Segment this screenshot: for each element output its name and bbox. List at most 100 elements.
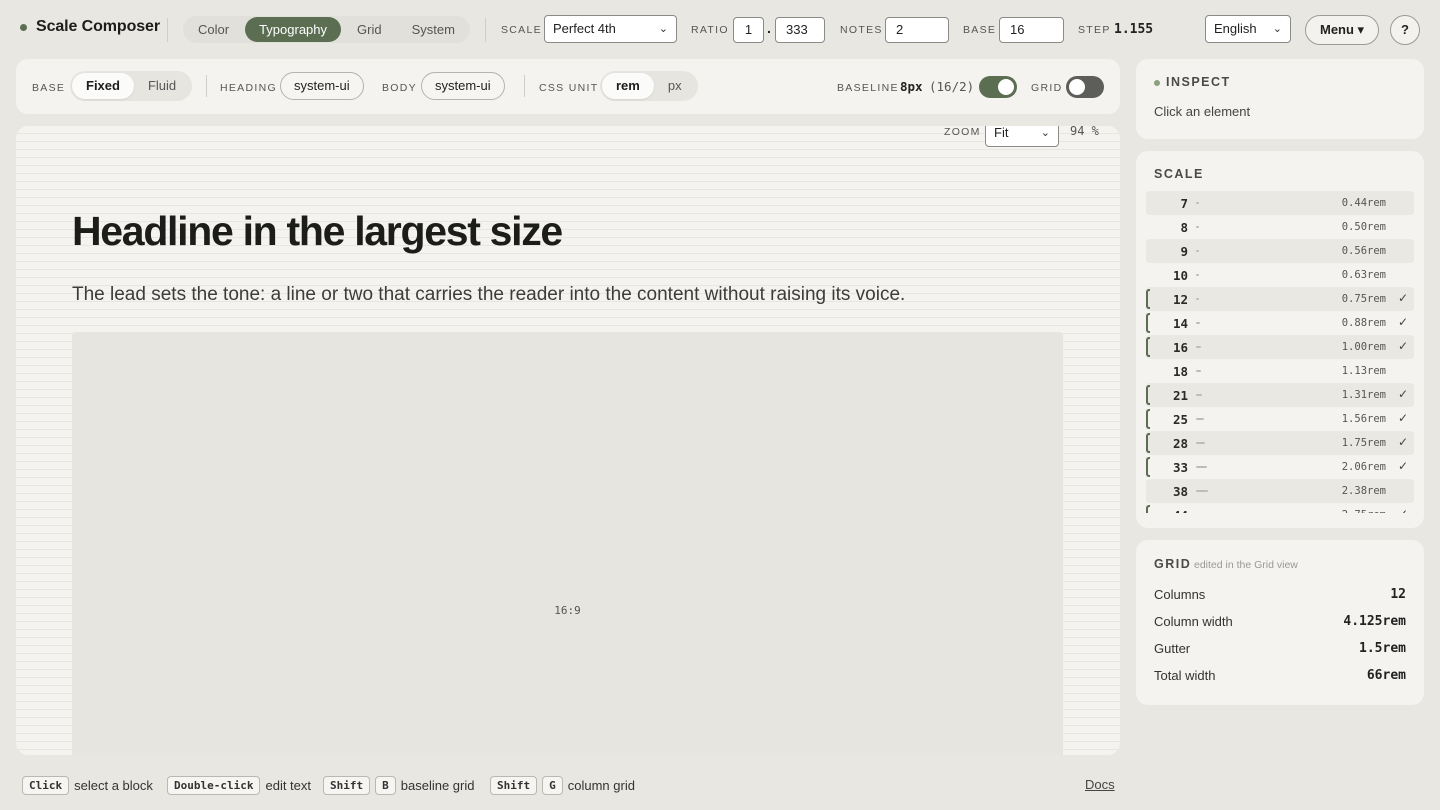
aspect-ratio-label: 16:9 [554, 604, 581, 617]
check-icon: ✓ [1398, 291, 1409, 305]
status-dot-icon [1154, 80, 1160, 86]
scale-label: SCALE [501, 24, 542, 36]
scale-rem: 1.00rem [1341, 341, 1386, 353]
scale-px: 7 [1180, 196, 1188, 211]
grid-row-value: 12 [1390, 587, 1406, 602]
scale-row[interactable]: 33 2.06rem ✓ [1146, 455, 1414, 479]
scale-px: 33 [1172, 460, 1188, 475]
scale-list[interactable]: 7 0.44rem 8 0.50rem 9 0.56rem 10 0.63rem 12 0.75r… [1146, 191, 1414, 513]
scale-rem: 0.75rem [1341, 293, 1386, 305]
media-placeholder[interactable]: 16:9 [72, 332, 1063, 755]
css-unit-px[interactable]: px [654, 73, 696, 99]
scale-row[interactable]: 14 0.88rem ✓ [1146, 311, 1414, 335]
shortcut-hint: Double-click edit text [167, 775, 311, 795]
size-marker [1196, 202, 1199, 204]
grid-row: Column width 4.125rem [1154, 614, 1406, 629]
brand: Scale Composer [20, 18, 160, 36]
ratio-whole-input[interactable]: 1 [733, 17, 764, 43]
notes-input[interactable]: 2 [885, 17, 949, 43]
baseline-label: BASELINE [837, 82, 899, 94]
base-mode-label: BASE [32, 82, 66, 94]
lead-block[interactable]: The lead sets the tone: a line or two th… [72, 284, 905, 306]
scale-panel: SCALE 7 0.44rem 8 0.50rem 9 0.56rem 10 0.63rem 1… [1136, 151, 1424, 528]
scale-rem: 2.75rem [1336, 509, 1386, 513]
tab-system[interactable]: System [398, 17, 469, 42]
toggle-knob [1069, 79, 1085, 95]
scale-row[interactable]: 7 0.44rem [1146, 191, 1414, 215]
grid-row: Columns 12 [1154, 587, 1406, 602]
scale-rem: 0.50rem [1341, 221, 1386, 233]
heading-font-button[interactable]: system-ui [280, 72, 364, 100]
scale-rem: 1.31rem [1341, 389, 1386, 401]
css-unit-rem[interactable]: rem [602, 73, 654, 99]
grid-row: Total width 66rem [1154, 668, 1406, 683]
divider [206, 75, 207, 97]
scale-px: 21 [1172, 388, 1188, 403]
check-icon: ✓ [1398, 459, 1409, 473]
scale-px: 12 [1172, 292, 1188, 307]
size-marker [1196, 298, 1199, 300]
step-value: 1.155 [1114, 22, 1154, 37]
scale-row[interactable]: 18 1.13rem [1146, 359, 1414, 383]
help-button[interactable]: ? [1390, 15, 1420, 45]
baseline-toggle[interactable] [979, 76, 1017, 98]
key-shift: Shift [323, 775, 371, 795]
scale-row[interactable]: 25 1.56rem ✓ [1146, 407, 1414, 431]
zoom-select[interactable]: Fit ⌄ [985, 126, 1059, 147]
scale-row[interactable]: 16 1.00rem ✓ [1146, 335, 1414, 359]
grid-toggle-label: GRID [1031, 82, 1063, 94]
tab-color[interactable]: Color [184, 17, 243, 42]
grid-row-label: Column width [1154, 614, 1233, 629]
base-label: BASE [963, 24, 997, 36]
css-unit-toggle: rem px [600, 71, 698, 101]
preview-canvas: ZOOM Fit ⌄ 94 % Headline in the largest … [16, 126, 1120, 755]
scale-row[interactable]: 8 0.50rem [1146, 215, 1414, 239]
used-indicator [1146, 313, 1150, 333]
size-marker [1196, 250, 1199, 252]
key-shift: Shift [490, 775, 538, 795]
base-mode-fixed[interactable]: Fixed [72, 73, 134, 99]
scale-row[interactable]: 21 1.31rem ✓ [1146, 383, 1414, 407]
shortcut-text: baseline grid [400, 777, 475, 793]
grid-row-value: 66rem [1366, 668, 1406, 683]
scale-row[interactable]: 44 2.75rem ✓ [1146, 503, 1414, 513]
css-unit-label: CSS UNIT [539, 82, 599, 94]
baseline-value: 8px [900, 79, 923, 94]
scale-row[interactable]: 28 1.75rem ✓ [1146, 431, 1414, 455]
scale-rem: 0.44rem [1341, 197, 1386, 209]
check-icon: ✓ [1398, 411, 1409, 425]
scale-row[interactable]: 10 0.63rem [1146, 263, 1414, 287]
headline-block[interactable]: Headline in the largest size [72, 208, 563, 255]
scale-row[interactable]: 12 0.75rem ✓ [1146, 287, 1414, 311]
tab-typography[interactable]: Typography [245, 17, 342, 42]
check-icon: ✓ [1398, 435, 1409, 449]
grid-toggle[interactable] [1066, 76, 1104, 98]
ratio-label: RATIO [691, 24, 729, 36]
body-font-label: BODY [382, 82, 417, 94]
scale-px: 10 [1172, 268, 1188, 283]
size-marker [1196, 394, 1202, 396]
scale-row[interactable]: 38 2.38rem [1146, 479, 1414, 503]
language-select[interactable]: English ⌄ [1205, 15, 1291, 43]
menu-button[interactable]: Menu ▾ [1305, 15, 1380, 45]
key-b: B [375, 775, 396, 795]
base-mode-fluid[interactable]: Fluid [134, 73, 190, 99]
size-marker [1196, 322, 1200, 324]
scale-row[interactable]: 9 0.56rem [1146, 239, 1414, 263]
ratio-fraction-input[interactable]: 333 [775, 17, 825, 43]
docs-link[interactable]: Docs [1085, 777, 1115, 792]
used-indicator [1146, 289, 1150, 309]
body-font-button[interactable]: system-ui [421, 72, 505, 100]
zoom-label: ZOOM [944, 126, 981, 138]
divider [167, 18, 168, 42]
tab-grid[interactable]: Grid [343, 17, 396, 42]
size-marker [1196, 346, 1201, 348]
chevron-down-icon: ⌄ [1272, 23, 1282, 35]
scale-select[interactable]: Perfect 4th ⌄ [544, 15, 677, 43]
used-indicator [1146, 457, 1150, 477]
base-input[interactable]: 16 [999, 17, 1064, 43]
grid-row-label: Columns [1154, 587, 1206, 602]
shortcut-hint: Click select a block [22, 775, 153, 795]
scale-rem: 2.38rem [1341, 485, 1386, 497]
chevron-down-icon: ⌄ [1040, 126, 1050, 139]
